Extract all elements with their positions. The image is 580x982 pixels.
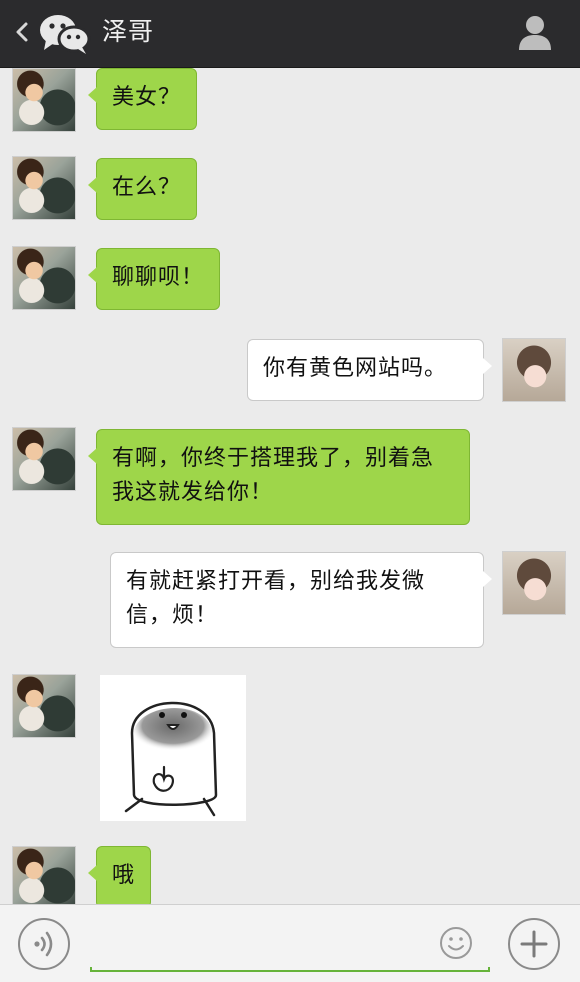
emoji-button[interactable]: [438, 925, 474, 961]
incoming-message[interactable]: 在么？: [87, 158, 198, 220]
chat-header: 泽哥: [0, 0, 580, 68]
contact-avatar[interactable]: [12, 246, 76, 310]
incoming-message[interactable]: 有啊，你终于搭理我了，别着急我这就发给你！: [88, 429, 470, 525]
message-text: 在么？: [112, 175, 182, 200]
contact-avatar[interactable]: [12, 846, 76, 904]
voice-icon: [34, 931, 53, 957]
my-avatar[interactable]: [502, 338, 566, 402]
outgoing-message[interactable]: 有就赶紧打开看，别给我发微信，烦！: [110, 552, 492, 648]
incoming-message[interactable]: 美女？: [87, 68, 198, 130]
contact-avatar[interactable]: [12, 68, 76, 132]
chat-title: 泽哥: [102, 17, 155, 46]
contact-avatar[interactable]: [12, 427, 76, 491]
more-button[interactable]: [508, 918, 560, 970]
sticker-message[interactable]: [100, 675, 246, 821]
wechat-icon: [38, 10, 92, 56]
message-text: 你有黄色网站吗。: [263, 356, 448, 381]
input-bar: [0, 904, 580, 982]
person-icon: [519, 16, 551, 50]
outgoing-message[interactable]: 你有黄色网站吗。: [247, 339, 492, 401]
contact-avatar[interactable]: [12, 156, 76, 220]
message-text: 哦: [112, 863, 136, 888]
message-text: 有就赶紧打开看，别给我发微信，烦！: [126, 569, 426, 628]
profile-button[interactable]: [516, 12, 554, 52]
message-input[interactable]: [90, 967, 490, 972]
voice-button[interactable]: [18, 918, 70, 970]
incoming-message[interactable]: 聊聊呗！: [87, 248, 221, 310]
incoming-message[interactable]: 哦: [87, 846, 152, 904]
smiley-icon: [440, 927, 472, 959]
chevron-left-icon: [16, 22, 28, 42]
message-text: 美女？: [112, 85, 182, 110]
contact-avatar[interactable]: [12, 674, 76, 738]
message-text: 有啊，你终于搭理我了，别着急我这就发给你！: [112, 446, 435, 505]
message-text: 聊聊呗！: [112, 265, 205, 290]
plus-icon: [520, 930, 548, 958]
message-list[interactable]: 美女？ 在么？ 聊聊呗！ 你有黄色网站吗。 有啊，你终于搭理我了，别着急我这就发…: [0, 68, 580, 904]
cartoon-sticker-icon: [124, 701, 218, 817]
my-avatar[interactable]: [502, 551, 566, 615]
back-button[interactable]: [10, 16, 34, 48]
